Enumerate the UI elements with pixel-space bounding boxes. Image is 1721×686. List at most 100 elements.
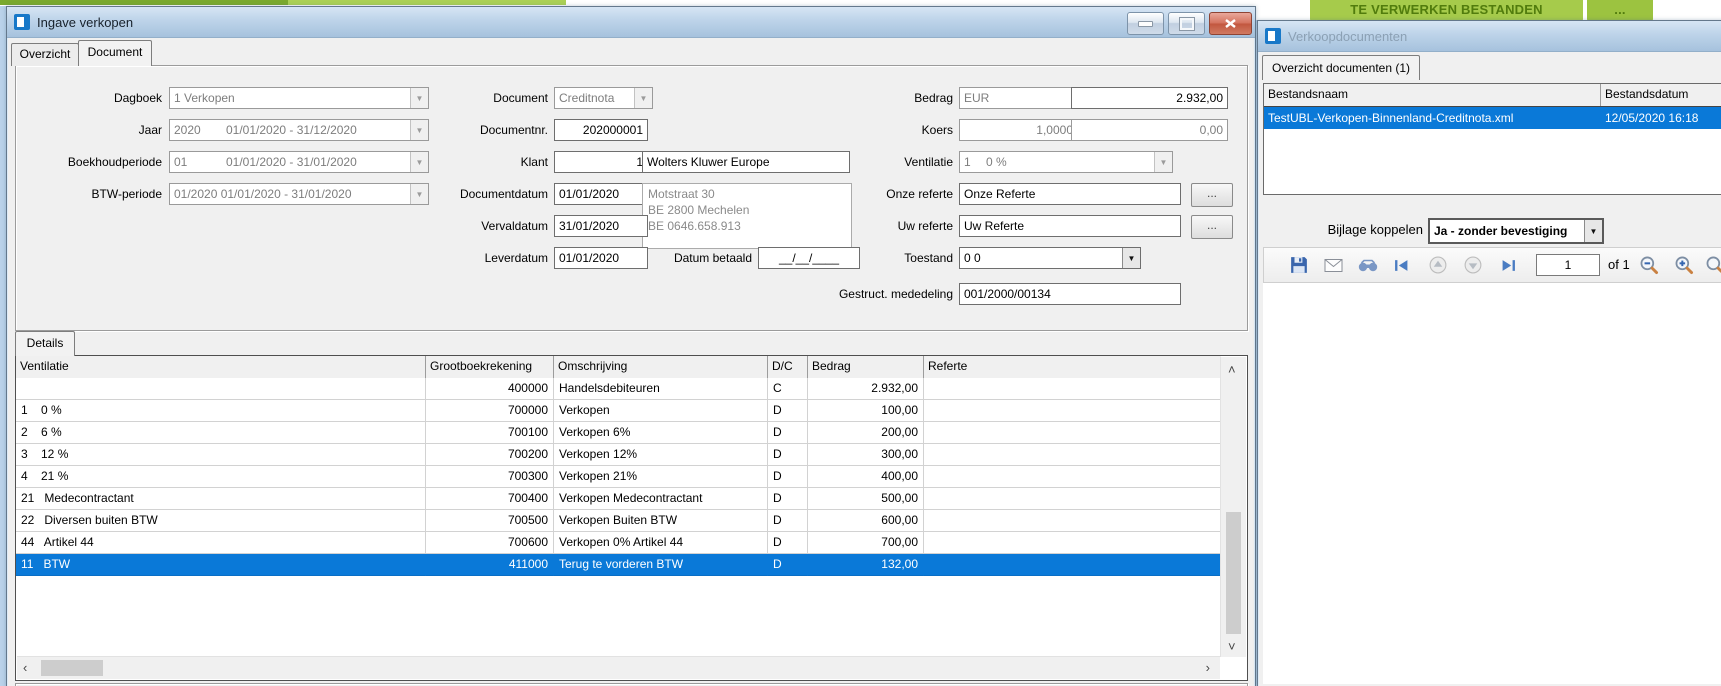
page-number-input[interactable] bbox=[1536, 254, 1600, 276]
page-count-label: of 1 bbox=[1608, 257, 1630, 272]
zoom-out-icon bbox=[1639, 255, 1659, 275]
zoom-mode-button[interactable]: ▼ bbox=[1704, 253, 1721, 277]
files-table-header: Bestandsnaam Bestandsdatum bbox=[1264, 84, 1721, 107]
previous-page-button[interactable] bbox=[1425, 253, 1451, 277]
tab-overzicht-documenten[interactable]: Overzicht documenten (1) bbox=[1262, 55, 1420, 80]
maximize-button[interactable] bbox=[1168, 12, 1205, 35]
table-row[interactable]: 11 BTW 411000 Terug te vorderen BTW D 13… bbox=[16, 554, 1221, 576]
cell-omschrijving: Verkopen 21% bbox=[554, 466, 768, 488]
cell-dc: D bbox=[768, 488, 808, 510]
cell-referte bbox=[924, 378, 1221, 400]
cell-grootboekrekening: 411000 bbox=[426, 554, 554, 576]
tab-overzicht[interactable]: Overzicht bbox=[11, 43, 79, 66]
scroll-right-icon[interactable]: › bbox=[1206, 661, 1210, 674]
column-header[interactable]: Referte bbox=[924, 356, 1221, 378]
first-page-button[interactable] bbox=[1388, 253, 1414, 277]
documentnr-field[interactable]: 202000001 bbox=[554, 119, 648, 141]
leverdatum-field[interactable]: 01/01/2020 bbox=[554, 247, 648, 269]
last-page-button[interactable] bbox=[1495, 253, 1521, 277]
cell-omschrijving: Handelsdebiteuren bbox=[554, 378, 768, 400]
onze-referte-browse-button[interactable]: ... bbox=[1191, 183, 1233, 207]
column-header[interactable]: Bestandsnaam bbox=[1264, 84, 1601, 106]
klant-number-field[interactable]: 1 bbox=[554, 151, 648, 173]
cell-referte bbox=[924, 488, 1221, 510]
onze-referte-field[interactable]: Onze Referte bbox=[959, 183, 1181, 205]
docs-window-titlebar: Verkoopdocumenten bbox=[1258, 21, 1721, 52]
search-button[interactable] bbox=[1355, 253, 1381, 277]
koers-amount-field: 0,00 bbox=[1071, 119, 1228, 141]
scroll-down-icon[interactable]: ˅ bbox=[1228, 640, 1236, 653]
cell-ventilatie: 1 0 % bbox=[16, 400, 426, 422]
gestruct-mededeling-label: Gestruct. mededeling bbox=[767, 284, 953, 304]
table-row[interactable]: 3 12 % 700200 Verkopen 12% D 300,00 bbox=[16, 444, 1221, 466]
tab-document[interactable]: Document bbox=[78, 40, 152, 66]
cell-ventilatie: 4 21 % bbox=[16, 466, 426, 488]
boekhoudperiode-combo: 0101/01/2020 - 31/01/2020 ▼ bbox=[169, 151, 429, 173]
first-page-icon bbox=[1394, 259, 1409, 272]
column-header[interactable]: Bestandsdatum bbox=[1601, 84, 1721, 106]
boekhoudperiode-label: Boekhoudperiode bbox=[27, 152, 162, 172]
column-header[interactable]: Bedrag bbox=[808, 356, 924, 378]
documentdatum-label: Documentdatum bbox=[407, 184, 548, 204]
te-verwerken-dots-button[interactable]: ... bbox=[1587, 0, 1653, 21]
onze-referte-label: Onze referte bbox=[767, 184, 953, 204]
document-value: Creditnota bbox=[555, 88, 634, 108]
ventilatie-combo: 10 % ▼ bbox=[959, 151, 1173, 173]
zoom-out-button[interactable] bbox=[1636, 253, 1662, 277]
save-icon bbox=[1290, 256, 1308, 274]
table-row[interactable]: 44 Artikel 44 700600 Verkopen 0% Artikel… bbox=[16, 532, 1221, 554]
bijlage-koppelen-combo[interactable]: Ja - zonder bevestiging ▼ bbox=[1428, 218, 1604, 244]
vervaldatum-field[interactable]: 31/01/2020 bbox=[554, 215, 648, 237]
ventilatie-value: 10 % bbox=[960, 152, 1154, 172]
table-row[interactable]: 22 Diversen buiten BTW 700500 Verkopen B… bbox=[16, 510, 1221, 532]
dagboek-label: Dagboek bbox=[27, 88, 162, 108]
scroll-left-icon[interactable]: ‹ bbox=[23, 661, 27, 674]
table-row[interactable]: 4 21 % 700300 Verkopen 21% D 400,00 bbox=[16, 466, 1221, 488]
table-row[interactable]: 2 6 % 700100 Verkopen 6% D 200,00 bbox=[16, 422, 1221, 444]
table-row[interactable]: 21 Medecontractant 700400 Verkopen Medec… bbox=[16, 488, 1221, 510]
file-list-item[interactable]: TestUBL-Verkopen-Binnenland-Creditnota.x… bbox=[1264, 107, 1721, 129]
uw-referte-browse-button[interactable]: ... bbox=[1191, 215, 1233, 239]
column-header[interactable]: Ventilatie bbox=[16, 356, 426, 378]
gestruct-mededeling-field[interactable]: 001/2000/00134 bbox=[959, 283, 1181, 305]
cell-bedrag: 700,00 bbox=[808, 532, 924, 554]
minimize-button[interactable] bbox=[1127, 12, 1164, 35]
column-header[interactable]: Grootboekrekening bbox=[426, 356, 554, 378]
horizontal-scroll-thumb[interactable] bbox=[41, 660, 103, 676]
btw-periode-value: 01/2020 01/01/2020 - 31/01/2020 bbox=[170, 184, 410, 204]
next-page-button[interactable] bbox=[1460, 253, 1486, 277]
te-verwerken-bestanden-button[interactable]: TE VERWERKEN BESTANDEN bbox=[1310, 0, 1583, 21]
bedrag-amount-field[interactable]: 2.932,00 bbox=[1071, 87, 1228, 109]
save-button[interactable] bbox=[1286, 253, 1312, 277]
uw-referte-label: Uw referte bbox=[767, 216, 953, 236]
table-row[interactable]: 400000 Handelsdebiteuren C 2.932,00 bbox=[16, 378, 1221, 400]
cell-bedrag: 100,00 bbox=[808, 400, 924, 422]
bijlage-koppelen-label: Bijlage koppelen bbox=[1298, 220, 1423, 240]
details-horizontal-scrollbar[interactable]: ‹ › bbox=[17, 656, 1220, 679]
email-button[interactable] bbox=[1320, 253, 1346, 277]
tab-details[interactable]: Details bbox=[15, 331, 75, 356]
uw-referte-field[interactable]: Uw Referte bbox=[959, 215, 1181, 237]
toestand-combo[interactable]: 0 0 ▼ bbox=[959, 247, 1141, 269]
scroll-up-icon[interactable]: ˄ bbox=[1228, 363, 1236, 376]
cell-bedrag: 132,00 bbox=[808, 554, 924, 576]
cell-referte bbox=[924, 444, 1221, 466]
column-header[interactable]: Omschrijving bbox=[554, 356, 768, 378]
cell-dc: D bbox=[768, 444, 808, 466]
cell-omschrijving: Verkopen bbox=[554, 400, 768, 422]
table-row[interactable]: 1 0 % 700000 Verkopen D 100,00 bbox=[16, 400, 1221, 422]
cell-referte bbox=[924, 400, 1221, 422]
files-table: Bestandsnaam Bestandsdatum TestUBL-Verko… bbox=[1263, 83, 1721, 195]
close-button[interactable] bbox=[1209, 12, 1252, 35]
column-header[interactable]: D/C bbox=[768, 356, 808, 378]
documentdatum-field[interactable]: 01/01/2020 bbox=[554, 183, 648, 205]
maximize-icon bbox=[1180, 18, 1194, 30]
zoom-in-button[interactable] bbox=[1671, 253, 1697, 277]
toestand-label: Toestand bbox=[767, 248, 953, 268]
cell-omschrijving: Verkopen 6% bbox=[554, 422, 768, 444]
details-vertical-scrollbar[interactable]: ˄ ˅ bbox=[1220, 357, 1246, 657]
files-table-body: TestUBL-Verkopen-Binnenland-Creditnota.x… bbox=[1264, 107, 1721, 129]
vertical-scroll-thumb[interactable] bbox=[1226, 512, 1241, 634]
cell-referte bbox=[924, 510, 1221, 532]
documentnr-label: Documentnr. bbox=[407, 120, 548, 140]
